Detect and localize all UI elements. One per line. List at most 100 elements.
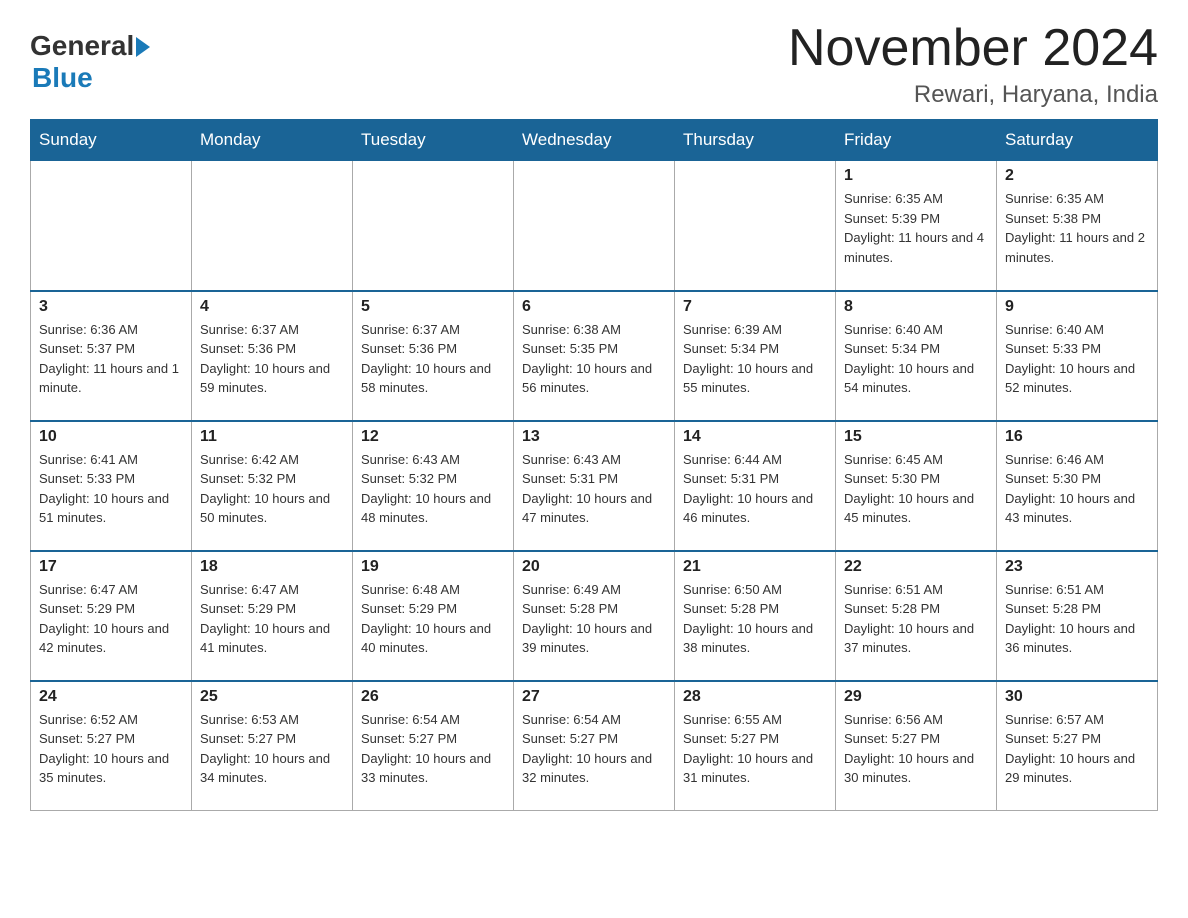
day-number: 11 [200, 428, 344, 446]
header-sunday: Sunday [31, 120, 192, 161]
day-number: 25 [200, 688, 344, 706]
day-info: Sunrise: 6:42 AMSunset: 5:32 PMDaylight:… [200, 450, 344, 528]
day-info: Sunrise: 6:37 AMSunset: 5:36 PMDaylight:… [361, 320, 505, 398]
calendar-cell: 30 Sunrise: 6:57 AMSunset: 5:27 PMDayligh… [997, 681, 1158, 811]
calendar-cell: 17 Sunrise: 6:47 AMSunset: 5:29 PMDayligh… [31, 551, 192, 681]
calendar-cell: 22 Sunrise: 6:51 AMSunset: 5:28 PMDayligh… [836, 551, 997, 681]
calendar-cell: 13 Sunrise: 6:43 AMSunset: 5:31 PMDayligh… [514, 421, 675, 551]
day-info: Sunrise: 6:43 AMSunset: 5:31 PMDaylight:… [522, 450, 666, 528]
day-info: Sunrise: 6:52 AMSunset: 5:27 PMDaylight:… [39, 710, 183, 788]
calendar-cell: 10 Sunrise: 6:41 AMSunset: 5:33 PMDayligh… [31, 421, 192, 551]
day-info: Sunrise: 6:53 AMSunset: 5:27 PMDaylight:… [200, 710, 344, 788]
day-info: Sunrise: 6:48 AMSunset: 5:29 PMDaylight:… [361, 580, 505, 658]
day-number: 14 [683, 428, 827, 446]
logo-arrow-icon [136, 37, 150, 57]
day-info: Sunrise: 6:37 AMSunset: 5:36 PMDaylight:… [200, 320, 344, 398]
day-number: 19 [361, 558, 505, 576]
day-number: 15 [844, 428, 988, 446]
day-number: 16 [1005, 428, 1149, 446]
calendar-cell: 21Sunrise: 6:50 AMSunset: 5:28 PMDayligh… [675, 551, 836, 681]
calendar-cell [514, 161, 675, 291]
header-friday: Friday [836, 120, 997, 161]
calendar-cell: 9 Sunrise: 6:40 AMSunset: 5:33 PMDaylight… [997, 291, 1158, 421]
day-info: Sunrise: 6:43 AMSunset: 5:32 PMDaylight:… [361, 450, 505, 528]
day-info: Sunrise: 6:51 AMSunset: 5:28 PMDaylight:… [844, 580, 988, 658]
calendar-cell: 25 Sunrise: 6:53 AMSunset: 5:27 PMDayligh… [192, 681, 353, 811]
calendar-cell: 11 Sunrise: 6:42 AMSunset: 5:32 PMDayligh… [192, 421, 353, 551]
calendar-week-row: 3 Sunrise: 6:36 AMSunset: 5:37 PMDaylight… [31, 291, 1158, 421]
day-number: 18 [200, 558, 344, 576]
day-info: Sunrise: 6:38 AMSunset: 5:35 PMDaylight:… [522, 320, 666, 398]
day-info: Sunrise: 6:41 AMSunset: 5:33 PMDaylight:… [39, 450, 183, 528]
day-number: 12 [361, 428, 505, 446]
logo: General Blue [30, 30, 150, 94]
day-number: 10 [39, 428, 183, 446]
day-number: 8 [844, 298, 988, 316]
day-info: Sunrise: 6:40 AMSunset: 5:34 PMDaylight:… [844, 320, 988, 398]
day-info: Sunrise: 6:54 AMSunset: 5:27 PMDaylight:… [361, 710, 505, 788]
calendar-cell: 16 Sunrise: 6:46 AMSunset: 5:30 PMDayligh… [997, 421, 1158, 551]
day-info: Sunrise: 6:47 AMSunset: 5:29 PMDaylight:… [200, 580, 344, 658]
calendar-week-row: 1Sunrise: 6:35 AMSunset: 5:39 PMDaylight… [31, 161, 1158, 291]
day-info: Sunrise: 6:36 AMSunset: 5:37 PMDaylight:… [39, 320, 183, 398]
day-number: 9 [1005, 298, 1149, 316]
calendar-cell: 3 Sunrise: 6:36 AMSunset: 5:37 PMDaylight… [31, 291, 192, 421]
day-info: Sunrise: 6:47 AMSunset: 5:29 PMDaylight:… [39, 580, 183, 658]
calendar-week-row: 17 Sunrise: 6:47 AMSunset: 5:29 PMDayligh… [31, 551, 1158, 681]
calendar-cell: 5 Sunrise: 6:37 AMSunset: 5:36 PMDaylight… [353, 291, 514, 421]
calendar-cell: 19 Sunrise: 6:48 AMSunset: 5:29 PMDayligh… [353, 551, 514, 681]
day-info: Sunrise: 6:39 AMSunset: 5:34 PMDaylight:… [683, 320, 827, 398]
day-info: Sunrise: 6:35 AMSunset: 5:38 PMDaylight:… [1005, 189, 1149, 267]
calendar-cell [675, 161, 836, 291]
month-title: November 2024 [788, 20, 1158, 77]
calendar-cell: 28Sunrise: 6:55 AMSunset: 5:27 PMDayligh… [675, 681, 836, 811]
calendar-cell [353, 161, 514, 291]
calendar-cell: 1Sunrise: 6:35 AMSunset: 5:39 PMDaylight… [836, 161, 997, 291]
day-number: 7 [683, 298, 827, 316]
calendar-week-row: 10 Sunrise: 6:41 AMSunset: 5:33 PMDayligh… [31, 421, 1158, 551]
day-number: 4 [200, 298, 344, 316]
day-info: Sunrise: 6:57 AMSunset: 5:27 PMDaylight:… [1005, 710, 1149, 788]
calendar-cell: 15 Sunrise: 6:45 AMSunset: 5:30 PMDayligh… [836, 421, 997, 551]
calendar-cell [192, 161, 353, 291]
calendar-cell: 26 Sunrise: 6:54 AMSunset: 5:27 PMDayligh… [353, 681, 514, 811]
header-tuesday: Tuesday [353, 120, 514, 161]
day-info: Sunrise: 6:40 AMSunset: 5:33 PMDaylight:… [1005, 320, 1149, 398]
calendar-table: Sunday Monday Tuesday Wednesday Thursday… [30, 119, 1158, 811]
day-info: Sunrise: 6:45 AMSunset: 5:30 PMDaylight:… [844, 450, 988, 528]
calendar-cell: 2 Sunrise: 6:35 AMSunset: 5:38 PMDaylight… [997, 161, 1158, 291]
calendar-cell: 6 Sunrise: 6:38 AMSunset: 5:35 PMDaylight… [514, 291, 675, 421]
day-info: Sunrise: 6:51 AMSunset: 5:28 PMDaylight:… [1005, 580, 1149, 658]
day-number: 13 [522, 428, 666, 446]
day-number: 6 [522, 298, 666, 316]
day-number: 29 [844, 688, 988, 706]
calendar-cell: 7 Sunrise: 6:39 AMSunset: 5:34 PMDaylight… [675, 291, 836, 421]
day-number: 2 [1005, 167, 1149, 185]
header-saturday: Saturday [997, 120, 1158, 161]
day-number: 5 [361, 298, 505, 316]
calendar-cell: 18 Sunrise: 6:47 AMSunset: 5:29 PMDayligh… [192, 551, 353, 681]
day-number: 22 [844, 558, 988, 576]
day-info: Sunrise: 6:44 AMSunset: 5:31 PMDaylight:… [683, 450, 827, 528]
day-number: 24 [39, 688, 183, 706]
calendar-cell: 29 Sunrise: 6:56 AMSunset: 5:27 PMDayligh… [836, 681, 997, 811]
day-number: 26 [361, 688, 505, 706]
calendar-cell: 4 Sunrise: 6:37 AMSunset: 5:36 PMDaylight… [192, 291, 353, 421]
calendar-cell: 20Sunrise: 6:49 AMSunset: 5:28 PMDayligh… [514, 551, 675, 681]
day-number: 17 [39, 558, 183, 576]
day-number: 3 [39, 298, 183, 316]
header-monday: Monday [192, 120, 353, 161]
day-info: Sunrise: 6:56 AMSunset: 5:27 PMDaylight:… [844, 710, 988, 788]
header-wednesday: Wednesday [514, 120, 675, 161]
day-number: 23 [1005, 558, 1149, 576]
header-thursday: Thursday [675, 120, 836, 161]
day-number: 30 [1005, 688, 1149, 706]
location-title: Rewari, Haryana, India [788, 81, 1158, 109]
calendar-week-row: 24 Sunrise: 6:52 AMSunset: 5:27 PMDayligh… [31, 681, 1158, 811]
day-info: Sunrise: 6:54 AMSunset: 5:27 PMDaylight:… [522, 710, 666, 788]
day-number: 28 [683, 688, 827, 706]
day-number: 27 [522, 688, 666, 706]
logo-general-text: General [30, 30, 134, 62]
day-info: Sunrise: 6:46 AMSunset: 5:30 PMDaylight:… [1005, 450, 1149, 528]
calendar-cell: 23 Sunrise: 6:51 AMSunset: 5:28 PMDayligh… [997, 551, 1158, 681]
